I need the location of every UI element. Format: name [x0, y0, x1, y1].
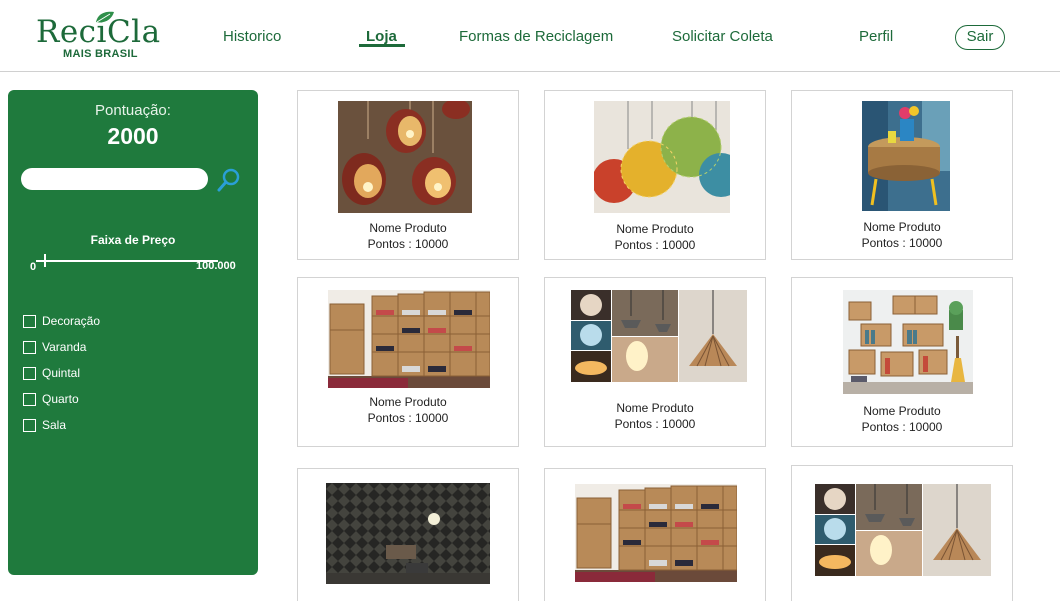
checkbox[interactable] — [23, 418, 36, 432]
price-slider[interactable] — [36, 254, 218, 271]
score-value: 2000 — [107, 123, 159, 149]
product-image-crate-bookshelf — [843, 290, 973, 394]
product-image-yarn-pendant-lamps — [594, 101, 730, 213]
product-card[interactable] — [297, 468, 519, 601]
product-image-tire-side-table — [862, 101, 950, 211]
category-label: Varanda — [42, 340, 87, 354]
category-decoracao[interactable]: Decoração — [23, 308, 100, 334]
price-min-label: 0 — [30, 261, 37, 273]
product-card[interactable]: Nome Produto Pontos : 10000 — [297, 277, 519, 447]
product-image-pendant-lamp-collage — [571, 290, 747, 382]
search-icon[interactable] — [216, 167, 242, 193]
product-image-crate-shoe-shelves — [328, 290, 490, 388]
product-name: Nome Produto — [863, 404, 941, 418]
checkbox[interactable] — [23, 392, 36, 406]
product-card[interactable]: Nome Produto Pontos : 10000 — [791, 90, 1013, 260]
product-points: Pontos : 10000 — [861, 236, 943, 250]
product-card[interactable]: Nome Produto Pontos : 10000 — [544, 90, 766, 260]
logout-button[interactable]: Sair — [955, 25, 1005, 50]
product-name: Nome Produto — [369, 395, 447, 409]
product-card[interactable] — [544, 468, 766, 601]
product-image-crate-shoe-shelves — [575, 484, 737, 582]
product-points: Pontos : 10000 — [614, 417, 696, 431]
category-label: Quintal — [42, 366, 81, 380]
category-sala[interactable]: Sala — [23, 412, 100, 438]
category-quintal[interactable]: Quintal — [23, 360, 100, 386]
price-slider-handle[interactable] — [44, 254, 46, 267]
product-points: Pontos : 10000 — [367, 411, 449, 425]
checkbox[interactable] — [23, 340, 36, 354]
product-image-pattern-shadow-lamp — [326, 483, 490, 584]
product-name: Nome Produto — [369, 221, 447, 235]
active-tab-indicator — [359, 44, 405, 47]
product-name: Nome Produto — [616, 401, 694, 415]
search-input[interactable] — [21, 168, 208, 190]
checkbox[interactable] — [23, 314, 36, 328]
score-label: Pontuação: — [95, 102, 171, 119]
category-list: Decoração Varanda Quintal Quarto Sala — [23, 308, 100, 438]
nav-historico[interactable]: Historico — [223, 28, 281, 45]
nav-perfil[interactable]: Perfil — [859, 28, 893, 45]
category-label: Quarto — [42, 392, 79, 406]
top-header: ReciCla MAIS BRASIL Historico Loja Forma… — [0, 0, 1060, 72]
product-name: Nome Produto — [863, 220, 941, 234]
checkbox[interactable] — [23, 366, 36, 380]
category-quarto[interactable]: Quarto — [23, 386, 100, 412]
nav-loja[interactable]: Loja — [366, 28, 397, 45]
price-range-title: Faixa de Preço — [90, 233, 176, 247]
logo-subtitle: MAIS BRASIL — [63, 48, 138, 60]
product-card[interactable]: Nome Produto Pontos : 10000 — [297, 90, 519, 260]
product-points: Pontos : 10000 — [861, 420, 943, 434]
product-image-candle-lanterns — [338, 101, 472, 213]
product-card[interactable]: Nome Produto Pontos : 10000 — [791, 277, 1013, 447]
product-image-pendant-lamp-collage — [815, 484, 991, 576]
leaf-icon — [96, 11, 114, 23]
nav-solicitar-coleta[interactable]: Solicitar Coleta — [672, 28, 773, 45]
category-varanda[interactable]: Varanda — [23, 334, 100, 360]
nav-formas-de-reciclagem[interactable]: Formas de Reciclagem — [459, 28, 613, 45]
product-points: Pontos : 10000 — [614, 238, 696, 252]
product-points: Pontos : 10000 — [367, 237, 449, 251]
category-label: Decoração — [42, 314, 101, 328]
recicla-logo[interactable]: ReciCla MAIS BRASIL — [36, 10, 160, 62]
product-card[interactable] — [791, 465, 1013, 601]
price-max-label: 100.000 — [196, 260, 236, 272]
price-slider-track — [36, 260, 218, 262]
product-name: Nome Produto — [616, 222, 694, 236]
product-card[interactable]: Nome Produto Pontos : 10000 — [544, 277, 766, 447]
filter-sidebar: Pontuação: 2000 Faixa de Preço 0 100.000… — [8, 90, 258, 575]
category-label: Sala — [42, 418, 67, 432]
